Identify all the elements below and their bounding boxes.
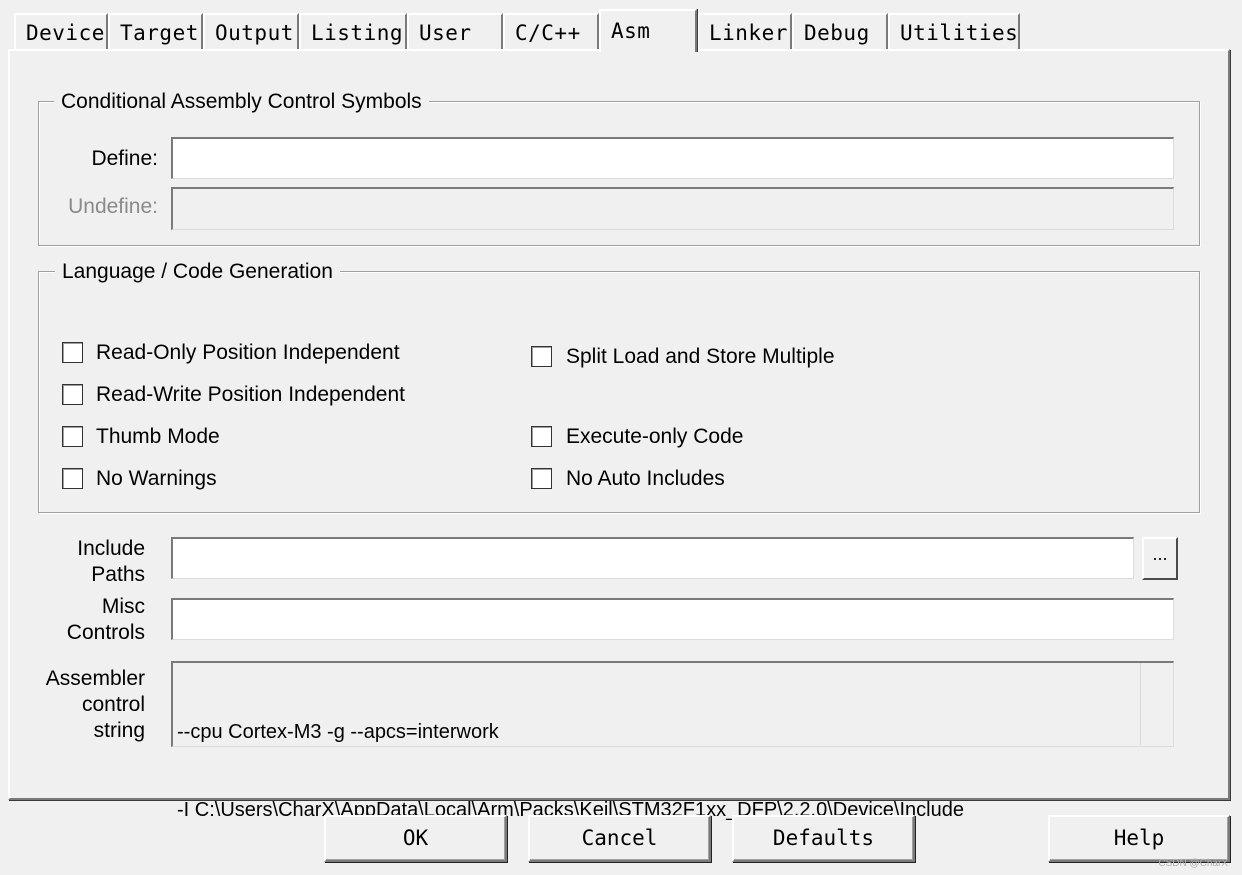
tab-device[interactable]: Device xyxy=(14,13,108,49)
define-input[interactable] xyxy=(171,137,1174,179)
watermark: CSDN @CharX xyxy=(1158,858,1228,869)
no-warnings-label: No Warnings xyxy=(96,467,217,490)
tab-target[interactable]: Target xyxy=(108,13,203,49)
split-load-store-checkbox[interactable] xyxy=(531,346,552,367)
assembler-control-scrollbar[interactable] xyxy=(1140,663,1173,745)
thumb-mode-label: Thumb Mode xyxy=(96,425,220,448)
define-label: Define: xyxy=(91,147,158,170)
language-codegen-title: Language / Code Generation xyxy=(55,260,340,284)
help-button[interactable]: Help xyxy=(1048,815,1230,862)
tab-linker[interactable]: Linker xyxy=(697,13,792,49)
assembler-control-label-line1: Assembler xyxy=(45,667,145,690)
misc-controls-label-line1: Misc xyxy=(101,595,145,618)
tab-asm[interactable]: Asm xyxy=(599,9,697,52)
thumb-mode-checkbox[interactable] xyxy=(62,426,83,447)
misc-controls-label-line2: Controls xyxy=(66,621,145,644)
tab-user[interactable]: User xyxy=(407,13,503,49)
execute-only-label: Execute-only Code xyxy=(566,425,744,448)
assembler-control-string-box[interactable]: --cpu Cortex-M3 -g --apcs=interwork -I C… xyxy=(171,661,1174,821)
defaults-button[interactable]: Defaults xyxy=(732,815,915,862)
conditional-assembly-title: Conditional Assembly Control Symbols xyxy=(54,90,429,114)
assembler-control-label-line2: control xyxy=(81,693,145,716)
cancel-button[interactable]: Cancel xyxy=(528,815,711,862)
include-paths-label-line2: Paths xyxy=(91,563,145,586)
tab-output[interactable]: Output xyxy=(203,13,299,49)
read-only-pi-checkbox[interactable] xyxy=(62,342,83,363)
ok-button[interactable]: OK xyxy=(324,815,507,862)
include-paths-browse-button[interactable]: ... xyxy=(1142,537,1178,580)
execute-only-checkbox[interactable] xyxy=(531,426,552,447)
tab-cpp[interactable]: C/C++ xyxy=(503,13,599,49)
tab-listing[interactable]: Listing xyxy=(299,13,407,49)
read-write-pi-label: Read-Write Position Independent xyxy=(96,383,405,406)
tab-utilities[interactable]: Utilities xyxy=(888,13,1020,49)
no-warnings-checkbox[interactable] xyxy=(62,468,83,489)
undefine-label: Undefine: xyxy=(68,195,158,218)
split-load-store-label: Split Load and Store Multiple xyxy=(566,345,835,368)
include-paths-input[interactable] xyxy=(171,537,1134,579)
no-auto-includes-checkbox[interactable] xyxy=(531,468,552,489)
no-auto-includes-label: No Auto Includes xyxy=(566,467,725,490)
misc-controls-input[interactable] xyxy=(171,598,1174,640)
include-paths-label-line1: Include xyxy=(77,537,145,560)
undefine-input xyxy=(171,187,1174,230)
assembler-control-label-line3: string xyxy=(93,719,145,742)
read-only-pi-label: Read-Only Position Independent xyxy=(96,341,400,364)
assembler-control-line1: --cpu Cortex-M3 -g --apcs=interwork xyxy=(177,721,499,743)
tab-debug[interactable]: Debug xyxy=(792,13,888,49)
read-write-pi-checkbox[interactable] xyxy=(62,384,83,405)
